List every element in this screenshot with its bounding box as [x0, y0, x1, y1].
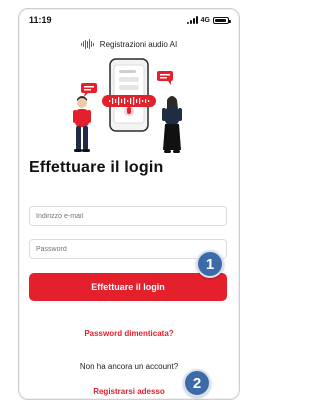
brand-header: Registrazioni audio AI [19, 39, 239, 49]
phone-frame: 11:19 4G Registrazioni audio AI Effettua… [18, 8, 240, 400]
login-button-label: Effettuare il login [91, 282, 165, 292]
status-indicators: 4G [186, 16, 231, 24]
callout-label-2: 2 [192, 374, 202, 392]
forgot-password-link[interactable]: Password dimenticata? [19, 329, 239, 338]
signal-icon [186, 16, 198, 24]
email-field[interactable] [29, 206, 227, 226]
brand-name: Registrazioni audio AI [99, 39, 178, 49]
page-title: Effettuare il login [29, 159, 164, 176]
no-account-text: Non ha ancora un account? [79, 362, 179, 371]
callout-badge-2: 2 [183, 369, 211, 397]
battery-icon [213, 16, 231, 24]
status-time: 11:19 [29, 15, 52, 25]
login-illustration [73, 58, 182, 153]
battery-fill [215, 18, 226, 22]
callout-label-1: 1 [205, 255, 215, 273]
callout-badge-1: 1 [196, 250, 224, 278]
login-button[interactable]: Effettuare il login [29, 273, 227, 301]
audio-waveform-icon [80, 39, 94, 49]
network-label: 4G [200, 16, 210, 24]
status-bar: 11:19 4G [19, 9, 239, 31]
